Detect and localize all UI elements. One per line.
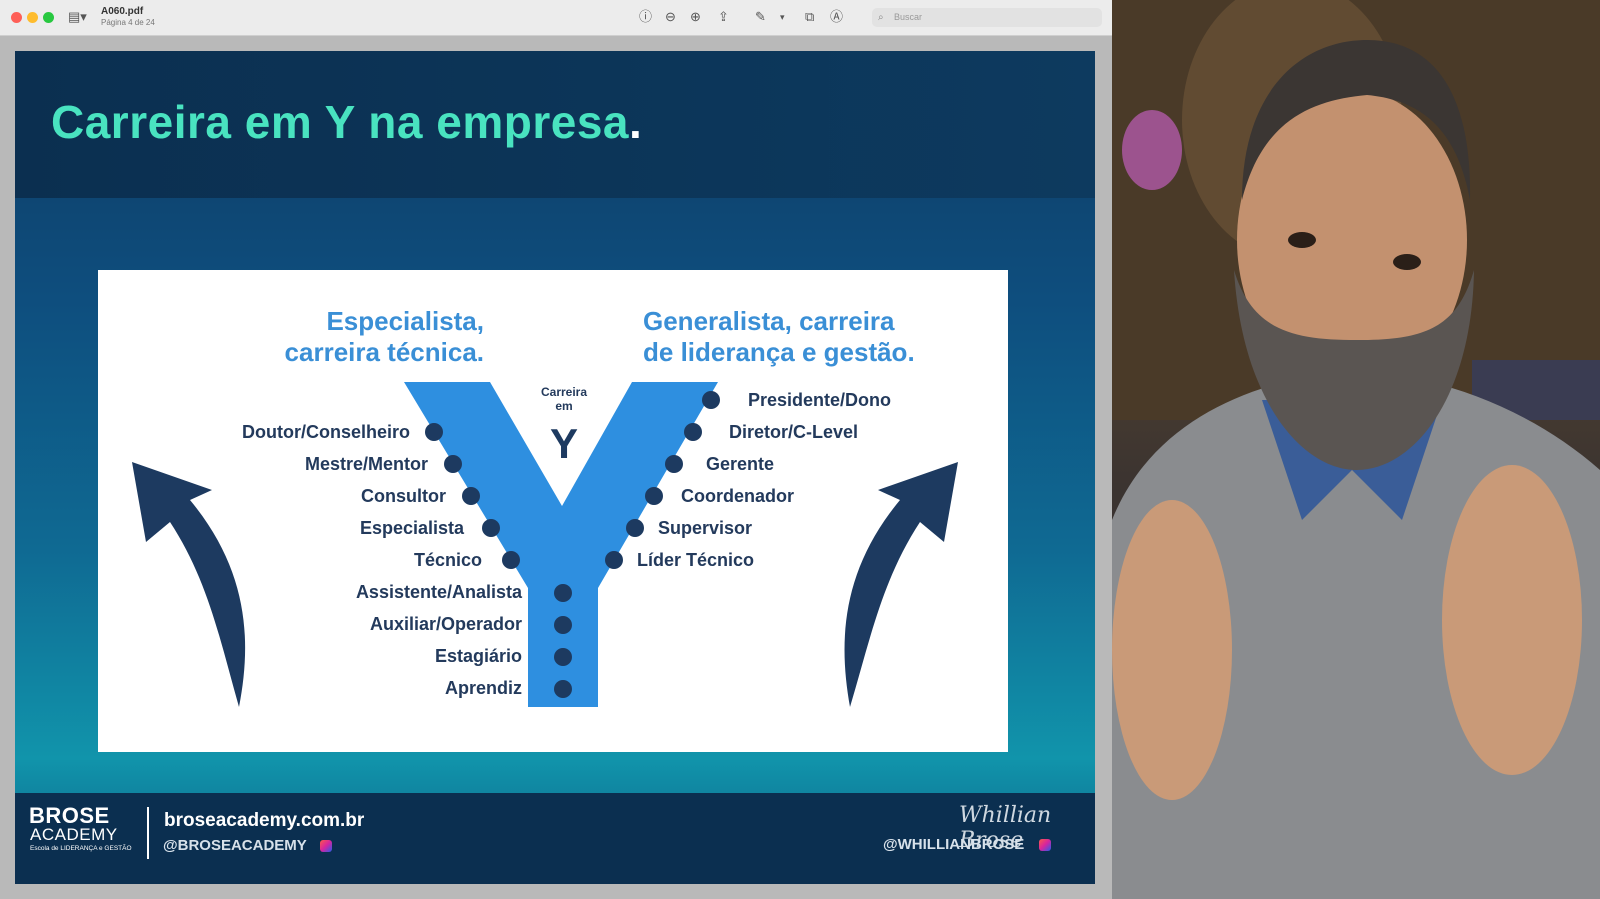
- career-level-dot: [425, 423, 443, 441]
- career-level-label: Estagiário: [434, 646, 522, 666]
- website-link: broseacademy.com.br: [164, 810, 365, 831]
- career-level-label: Mestre/Mentor: [304, 454, 428, 474]
- page-indicator: Página 4 de 24: [101, 18, 155, 27]
- slide-header: Carreira em Y na empresa.: [15, 51, 1095, 198]
- annotate-icon[interactable]: Ⓐ: [830, 9, 843, 25]
- heading-left-line1: Especialista,: [326, 306, 484, 336]
- search-icon: ⌕: [878, 12, 884, 23]
- document-title: A060.pdf: [101, 6, 144, 17]
- title-bar: ▤▾ A060.pdf Página 4 de 24 ⓘ ⊖ ⊕ ⇪ ✎ ▾ ⧉…: [0, 0, 1112, 36]
- brand-name: BROSE: [29, 803, 110, 828]
- instagram-icon: [1039, 839, 1051, 851]
- search-placeholder: Buscar: [894, 12, 923, 22]
- presenter-figure: [1112, 0, 1600, 899]
- share-icon[interactable]: ⇪: [718, 9, 729, 25]
- career-level-label: Gerente: [706, 454, 775, 474]
- career-level-label: Especialista: [359, 518, 464, 538]
- career-level-dot: [462, 487, 480, 505]
- career-level-dot: [665, 455, 683, 473]
- slide: Carreira em Y na empresa. Especialista, …: [15, 51, 1095, 884]
- career-level-dot: [554, 648, 572, 666]
- heading-generalist: Generalista, carreira de liderança e ges…: [643, 306, 983, 368]
- career-level-dot: [702, 391, 720, 409]
- career-level-dot: [554, 680, 572, 698]
- career-level-label: Diretor/C-Level: [729, 422, 859, 442]
- zoom-out-icon[interactable]: ⊖: [665, 9, 676, 25]
- zoom-in-icon[interactable]: ⊕: [690, 9, 701, 25]
- title-dot: .: [629, 96, 643, 148]
- search-field[interactable]: ⌕ Buscar: [872, 8, 1102, 27]
- heading-specialist: Especialista, carreira técnica.: [248, 306, 484, 368]
- career-level-dot: [554, 584, 572, 602]
- career-level-label: Assistente/Analista: [355, 582, 522, 602]
- career-level-dot: [444, 455, 462, 473]
- brand-sub: ACADEMY: [30, 825, 118, 844]
- career-level-dot: [684, 423, 702, 441]
- slide-footer: BROSE ACADEMY Escola de LIDERANÇA e GEST…: [15, 793, 1095, 884]
- slide-title-text: Carreira em Y na empresa: [51, 96, 629, 148]
- markup-icon[interactable]: ✎: [755, 9, 766, 25]
- minimize-window-button[interactable]: [27, 12, 38, 23]
- y-caption-line1: Carreira: [540, 385, 588, 399]
- career-y-diagram: Especialista, carreira técnica. Generali…: [98, 270, 1008, 752]
- right-curved-arrow-icon: [844, 462, 958, 707]
- pdf-viewer-window: ▤▾ A060.pdf Página 4 de 24 ⓘ ⊖ ⊕ ⇪ ✎ ▾ ⧉…: [0, 0, 1112, 899]
- rotate-icon[interactable]: ⧉: [805, 9, 814, 25]
- career-level-label: Técnico: [413, 550, 482, 570]
- y-caption-line2: em: [555, 399, 573, 413]
- sidebar-icon[interactable]: ▤▾: [68, 9, 87, 25]
- brand-tagline: Escola de LIDERANÇA e GESTÃO: [30, 845, 132, 852]
- career-level-label: Auxiliar/Operador: [369, 614, 522, 634]
- close-window-button[interactable]: [11, 12, 22, 23]
- career-level-dot: [645, 487, 663, 505]
- heading-right-line2: de liderança e gestão.: [643, 337, 915, 367]
- slide-title: Carreira em Y na empresa.: [51, 95, 642, 149]
- footer-divider: [147, 807, 149, 859]
- zoom-window-button[interactable]: [43, 12, 54, 23]
- career-level-label: Aprendiz: [444, 678, 522, 698]
- y-letter: Y: [549, 420, 578, 467]
- career-level-dot: [554, 616, 572, 634]
- career-level-label: Doutor/Conselheiro: [241, 422, 410, 442]
- career-level-label: Supervisor: [658, 518, 753, 538]
- presenter-handle: @WHILLIANBROSE: [883, 836, 1025, 853]
- career-level-label: Presidente/Dono: [748, 390, 892, 410]
- heading-right-line1: Generalista, carreira: [643, 306, 895, 336]
- y-caption: Carreira em: [523, 385, 605, 413]
- career-level-dot: [502, 551, 520, 569]
- info-icon[interactable]: ⓘ: [639, 9, 652, 25]
- chevron-down-icon[interactable]: ▾: [780, 9, 785, 25]
- academy-handle: @BROSEACADEMY: [163, 837, 307, 854]
- career-level-dot: [482, 519, 500, 537]
- career-level-dot: [626, 519, 644, 537]
- heading-left-line2: carreira técnica.: [284, 337, 484, 367]
- career-level-label: Consultor: [361, 486, 446, 506]
- career-level-label: Líder Técnico: [637, 550, 755, 570]
- presenter-webcam: [1112, 0, 1600, 899]
- instagram-icon: [320, 840, 332, 852]
- career-level-label: Coordenador: [681, 486, 795, 506]
- career-level-dot: [605, 551, 623, 569]
